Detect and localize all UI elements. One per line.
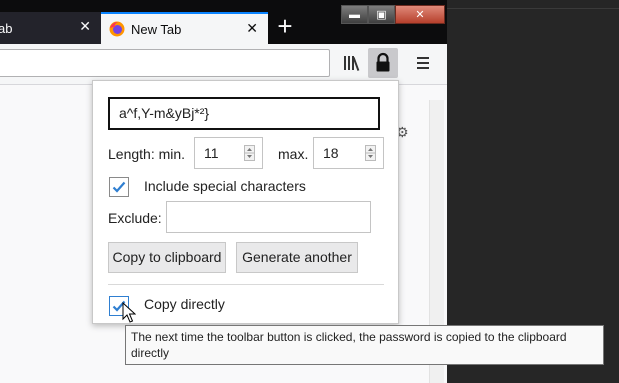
minimize-button[interactable]: ▬	[341, 5, 368, 24]
divider	[108, 284, 384, 285]
desktop-divider	[447, 8, 619, 9]
copy-to-clipboard-button[interactable]: Copy to clipboard	[108, 242, 226, 273]
exclude-label: Exclude:	[108, 210, 162, 226]
close-icon: ✕	[415, 9, 425, 21]
library-icon[interactable]	[342, 53, 362, 73]
url-bar[interactable]	[0, 49, 330, 77]
tab-label: ab	[0, 20, 13, 36]
tab-close-icon[interactable]: ✕	[246, 21, 258, 35]
min-length-value: 11	[204, 145, 219, 161]
close-window-button[interactable]: ✕	[395, 5, 445, 24]
mouse-cursor-icon	[122, 302, 136, 323]
spin-arrows-icon[interactable]	[244, 145, 255, 161]
exclude-input[interactable]	[166, 201, 371, 233]
spin-arrows-icon[interactable]	[365, 145, 376, 161]
window-controls: ▬ ▣ ✕	[341, 5, 445, 25]
navigation-toolbar	[0, 44, 447, 85]
generated-password-field[interactable]: a^f,Y-m&yBj*²}	[108, 97, 380, 130]
firefox-logo-icon	[109, 21, 125, 37]
tab-previous[interactable]: ab ✕	[0, 12, 101, 44]
max-length-stepper[interactable]: 18	[313, 137, 384, 169]
new-tab-button[interactable]: +	[272, 13, 298, 40]
password-generator-button[interactable]	[368, 48, 398, 78]
password-generator-popup: a^f,Y-m&yBj*²} Length: min. 11 max. 18 I…	[92, 80, 399, 324]
generate-another-button[interactable]: Generate another	[236, 242, 358, 273]
lock-icon	[376, 52, 390, 72]
copy-directly-label: Copy directly	[144, 296, 225, 312]
tab-label: New Tab	[131, 21, 182, 37]
tab-new-tab[interactable]: New Tab ✕	[101, 12, 268, 44]
tooltip: The next time the toolbar button is clic…	[125, 325, 604, 365]
include-special-checkbox[interactable]	[109, 177, 129, 197]
length-max-label: max.	[278, 146, 309, 162]
min-length-stepper[interactable]: 11	[194, 137, 263, 169]
hamburger-menu-icon[interactable]	[413, 53, 433, 73]
maximize-button[interactable]: ▣	[368, 5, 395, 24]
checkmark-icon	[112, 181, 126, 193]
tab-close-icon[interactable]: ✕	[79, 19, 91, 33]
length-min-label: Length: min.	[108, 146, 186, 162]
max-length-value: 18	[323, 145, 339, 161]
minimize-icon: ▬	[349, 8, 360, 21]
include-special-label: Include special characters	[144, 178, 306, 194]
maximize-icon: ▣	[376, 9, 387, 21]
